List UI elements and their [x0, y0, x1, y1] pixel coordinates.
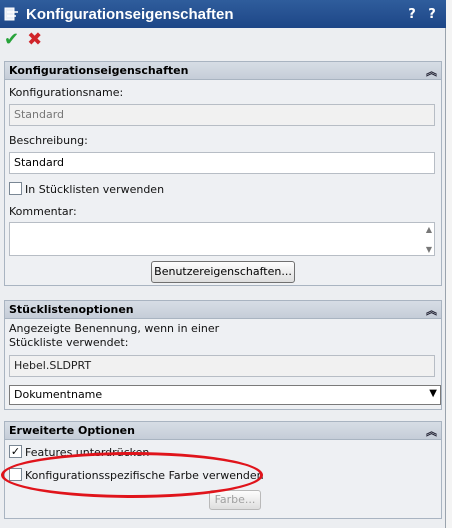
display-name-label-1: Angezeigte Benennung, wenn in einer [9, 322, 220, 335]
scroll-down-icon[interactable]: ▼ [426, 245, 432, 254]
group-title: Erweiterte Optionen [9, 424, 135, 437]
description-label: Beschreibung: [9, 134, 88, 147]
bom-usage-checkbox[interactable] [9, 182, 22, 195]
suppress-features-label: Features unterdrücken [25, 446, 150, 459]
scroll-up-icon[interactable]: ▲ [426, 225, 432, 234]
title-bar: Konfigurationseigenschaften ? ? [0, 0, 446, 28]
help-icon[interactable]: ? [404, 7, 420, 22]
config-color-checkbox[interactable] [9, 468, 22, 481]
advanced-options-header[interactable]: Erweiterte Optionen ︽ [5, 422, 441, 440]
cancel-button[interactable]: ✖ [27, 31, 42, 49]
comment-textarea[interactable]: ▲ ▼ [9, 222, 435, 256]
user-properties-button[interactable]: Benutzereigenschaften... [151, 261, 295, 283]
config-name-field[interactable]: Standard [9, 104, 435, 126]
description-field[interactable]: Standard [9, 152, 435, 174]
collapse-icon[interactable]: ︽ [426, 423, 437, 439]
comment-label: Kommentar: [9, 205, 77, 218]
bom-options-group: Stücklistenoptionen ︽ Angezeigte Benennu… [4, 300, 442, 410]
group-title: Konfigurationseigenschaften [9, 64, 189, 77]
dropdown-arrow-icon[interactable]: ▼ [429, 388, 437, 399]
display-name-field[interactable]: Hebel.SLDPRT [9, 355, 435, 377]
collapse-icon[interactable]: ︽ [426, 302, 437, 318]
window-title: Konfigurationseigenschaften [26, 5, 234, 23]
config-properties-header[interactable]: Konfigurationseigenschaften ︽ [5, 62, 441, 80]
configuration-icon [4, 6, 20, 22]
display-name-select[interactable]: Dokumentname ▼ [9, 385, 441, 405]
select-value: Dokumentname [14, 388, 103, 401]
advanced-options-group: Erweiterte Optionen ︽ ✓ Features unterdr… [4, 421, 442, 519]
bom-options-header[interactable]: Stücklistenoptionen ︽ [5, 301, 441, 319]
group-title: Stücklistenoptionen [9, 303, 134, 316]
config-name-label: Konfigurationsname: [9, 86, 124, 99]
bom-usage-label: In Stücklisten verwenden [25, 183, 165, 196]
toolbar: ✔ ✖ [0, 28, 446, 52]
pin-icon[interactable]: ? [424, 7, 440, 22]
suppress-features-checkbox[interactable]: ✓ [9, 445, 22, 458]
property-manager-panel: Konfigurationseigenschaften ? ? ✔ ✖ Konf… [0, 0, 446, 528]
display-name-label-2: Stückliste verwendet: [9, 336, 129, 349]
color-button[interactable]: Farbe... [209, 490, 261, 510]
config-properties-group: Konfigurationseigenschaften ︽ Konfigurat… [4, 61, 442, 286]
collapse-icon[interactable]: ︽ [426, 63, 437, 79]
config-color-label: Konfigurationsspezifische Farbe verwende… [25, 469, 264, 482]
scrollbar-edge [446, 0, 452, 528]
ok-button[interactable]: ✔ [4, 31, 19, 49]
